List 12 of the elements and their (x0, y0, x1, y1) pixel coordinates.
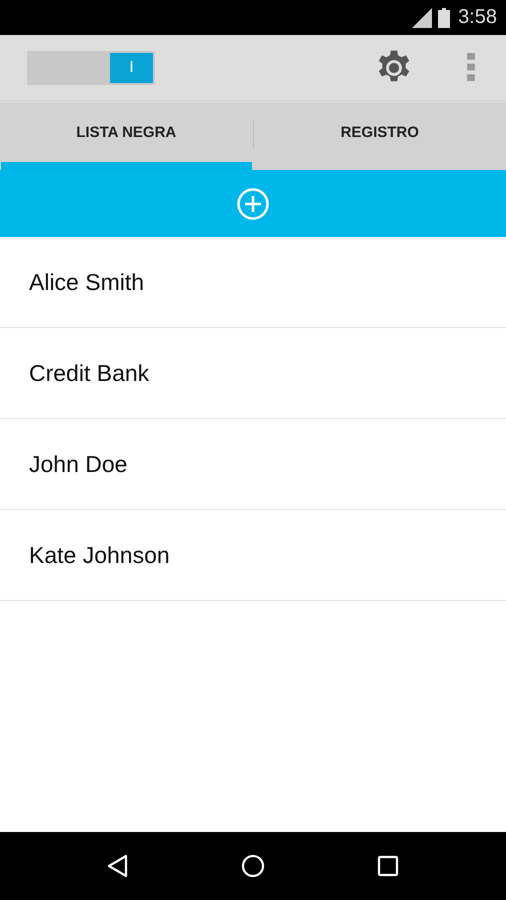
contact-item[interactable]: John Doe (0, 419, 506, 510)
contact-item[interactable]: Credit Bank (0, 328, 506, 419)
home-icon[interactable] (240, 854, 265, 878)
contact-item[interactable]: Alice Smith (0, 237, 506, 328)
contact-item[interactable]: Kate Johnson (0, 510, 506, 601)
back-icon[interactable] (106, 854, 130, 878)
signal-icon (412, 8, 432, 28)
switch-thumb: I (110, 52, 153, 82)
recents-icon[interactable] (376, 854, 400, 878)
tab[interactable]: REGISTRO (254, 103, 505, 170)
battery-icon (438, 8, 450, 28)
status-time: 3:58 (458, 6, 497, 29)
